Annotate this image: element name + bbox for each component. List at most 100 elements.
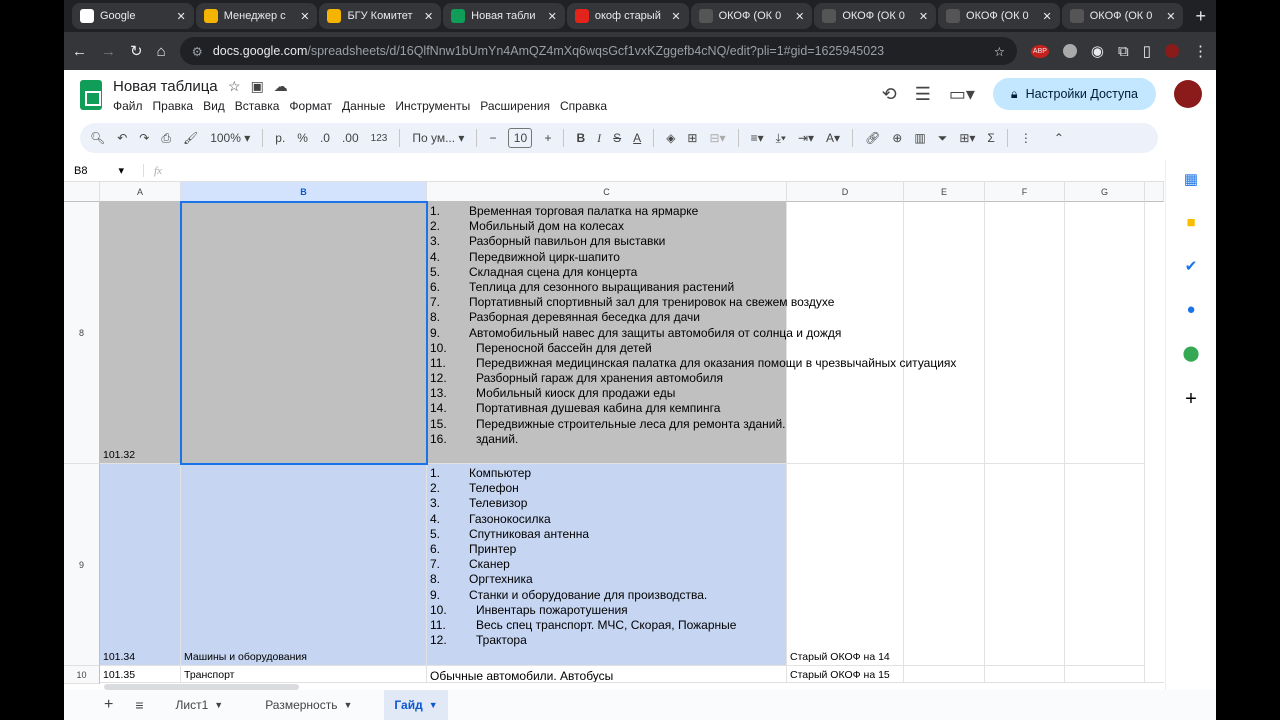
select-all-corner[interactable] <box>64 182 100 202</box>
print-icon[interactable]: ⎙ <box>161 131 171 146</box>
filter-views-icon[interactable]: ⊞▾ <box>959 131 975 145</box>
close-tab-icon[interactable]: ✕ <box>424 10 433 23</box>
menu-item[interactable]: Вид <box>203 99 225 113</box>
name-box[interactable]: B8 ▾ <box>64 164 144 177</box>
calendar-icon[interactable]: ▦ <box>1184 170 1198 188</box>
meet-icon[interactable]: ▭▾ <box>949 84 975 105</box>
cell-E9[interactable] <box>904 464 985 666</box>
home-icon[interactable]: ⌂ <box>157 43 166 60</box>
add-addon-icon[interactable]: + <box>1185 388 1197 411</box>
cell-B8[interactable] <box>180 201 428 465</box>
spreadsheet-grid[interactable]: A B C D E F G 8 101.32 1. Временная торговая палат… <box>64 182 1164 684</box>
decrease-decimal-button[interactable]: .0 <box>320 131 330 145</box>
italic-icon[interactable]: I <box>597 131 601 146</box>
close-tab-icon[interactable]: ✕ <box>1043 10 1052 23</box>
browser-tab[interactable]: ОКОФ (ОК 0 ✕ <box>814 3 937 29</box>
url-input[interactable]: ⚙ docs.google.com/spreadsheets/d/16QlfNn… <box>179 37 1017 65</box>
font-select[interactable]: По ум... ▾ <box>412 131 464 145</box>
adblock-icon[interactable]: ABP <box>1030 44 1049 58</box>
add-sheet-icon[interactable]: + <box>104 696 113 714</box>
new-tab-button[interactable]: + <box>1185 6 1216 27</box>
filter-icon[interactable]: ⏷ <box>938 131 948 146</box>
chevron-down-icon[interactable]: ▼ <box>343 700 352 710</box>
version-history-icon[interactable]: ⟲ <box>882 84 897 105</box>
eye-extension-icon[interactable]: ◉ <box>1091 42 1104 60</box>
menu-item[interactable]: Данные <box>342 99 385 113</box>
zoom-select[interactable]: 100% ▾ <box>210 131 250 145</box>
account-avatar[interactable] <box>1174 80 1202 108</box>
borders-icon[interactable]: ⊞ <box>687 131 697 145</box>
column-header-B[interactable]: B <box>181 182 427 202</box>
site-settings-icon[interactable]: ⚙ <box>192 44 203 59</box>
sheet-tab[interactable]: Лист1 ▼ <box>166 690 234 720</box>
menu-item[interactable]: Расширения <box>480 99 550 113</box>
browser-tab[interactable]: Менеджер с ✕ <box>195 3 318 29</box>
cell-G8[interactable] <box>1065 202 1145 464</box>
collapse-menus-icon[interactable]: ⌃ <box>1054 131 1064 145</box>
menu-item[interactable]: Формат <box>289 99 332 113</box>
browser-tab[interactable]: Google ✕ <box>72 3 194 29</box>
menu-item[interactable]: Файл <box>113 99 143 113</box>
fill-color-icon[interactable]: ◈ <box>666 131 675 145</box>
font-size-input[interactable]: 10 <box>508 128 533 148</box>
comments-icon[interactable]: ☰ <box>915 84 931 105</box>
bold-icon[interactable]: B <box>576 131 585 145</box>
move-folder-icon[interactable]: ▣ <box>251 78 264 95</box>
close-tab-icon[interactable]: ✕ <box>548 10 557 23</box>
undo-icon[interactable]: ↶ <box>117 131 127 145</box>
insert-comment-icon[interactable]: ⊕ <box>892 131 902 145</box>
reload-icon[interactable]: ↻ <box>130 42 143 60</box>
font-size-increase-button[interactable]: + <box>544 131 551 145</box>
merge-cells-icon[interactable]: ⊟▾ <box>709 131 725 145</box>
close-tab-icon[interactable]: ✕ <box>177 10 186 23</box>
cell-A8[interactable]: 101.32 <box>100 202 181 464</box>
cloud-status-icon[interactable]: ☁ <box>274 78 288 95</box>
browser-tab[interactable]: ОКОФ (ОК 0 ✕ <box>938 3 1060 29</box>
paint-format-icon[interactable]: 🖌︎ <box>183 131 198 145</box>
column-header-A[interactable]: A <box>100 182 181 202</box>
text-color-icon[interactable]: A <box>633 131 641 145</box>
keep-icon[interactable]: ■ <box>1186 214 1195 231</box>
redo-icon[interactable]: ↷ <box>139 131 149 145</box>
close-tab-icon[interactable]: ✕ <box>1166 10 1175 23</box>
browser-tab[interactable]: ОКОФ (ОК 0 ✕ <box>690 3 813 29</box>
browser-tab[interactable]: ОКОФ (ОК 0 ✕ <box>1061 3 1184 29</box>
column-header-D[interactable]: D <box>787 182 904 202</box>
currency-format-button[interactable]: р. <box>275 131 285 145</box>
more-options-icon[interactable]: ⋮ <box>1020 131 1032 145</box>
strikethrough-icon[interactable]: S <box>613 131 621 145</box>
horizontal-scrollbar[interactable] <box>100 682 1164 690</box>
cell-C8[interactable]: 1. Временная торговая палатка на ярмарке 2… <box>427 202 956 464</box>
more-formats-button[interactable]: 123 <box>371 133 388 144</box>
functions-icon[interactable]: Σ <box>987 131 994 145</box>
cell-D9[interactable]: Старый ОКОФ на 14 <box>787 464 904 666</box>
contacts-icon[interactable]: ● <box>1186 301 1195 318</box>
close-tab-icon[interactable]: ✕ <box>795 10 804 23</box>
row-header-9[interactable]: 9 <box>64 464 100 666</box>
close-tab-icon[interactable]: ✕ <box>671 10 680 23</box>
menu-item[interactable]: Вставка <box>235 99 280 113</box>
share-button[interactable]: 🔒︎ Настройки Доступа <box>992 78 1156 110</box>
row-header-8[interactable]: 8 <box>64 202 100 464</box>
column-header-G[interactable]: G <box>1065 182 1145 202</box>
browser-tab[interactable]: Новая табли ✕ <box>443 3 565 29</box>
cell-G9[interactable] <box>1065 464 1145 666</box>
cell-E8[interactable] <box>904 202 985 464</box>
cell-A9[interactable]: 101.34 <box>100 464 181 666</box>
row-header-10[interactable]: 10 <box>64 666 100 684</box>
maps-icon[interactable]: ⬤ <box>1183 344 1200 362</box>
browser-tab[interactable]: БГУ Комитет ✕ <box>319 3 442 29</box>
column-header-E[interactable]: E <box>904 182 985 202</box>
bookmark-star-icon[interactable]: ☆ <box>994 44 1005 59</box>
sheet-tab[interactable]: Гайд ▼ <box>384 690 448 720</box>
menu-item[interactable]: Правка <box>153 99 194 113</box>
vertical-align-icon[interactable]: ⤓▾ <box>776 131 786 146</box>
chevron-down-icon[interactable]: ▼ <box>214 700 223 710</box>
extensions-puzzle-icon[interactable]: ⧉ <box>1118 43 1129 60</box>
text-wrapping-icon[interactable]: ⇥▾ <box>798 131 814 145</box>
sheet-tab[interactable]: Размерность ▼ <box>255 690 362 720</box>
document-title[interactable]: Новая таблица <box>113 78 218 95</box>
chevron-down-icon[interactable]: ▼ <box>429 700 438 710</box>
font-size-decrease-button[interactable]: − <box>489 131 496 145</box>
insert-chart-icon[interactable]: ▥ <box>914 131 925 145</box>
